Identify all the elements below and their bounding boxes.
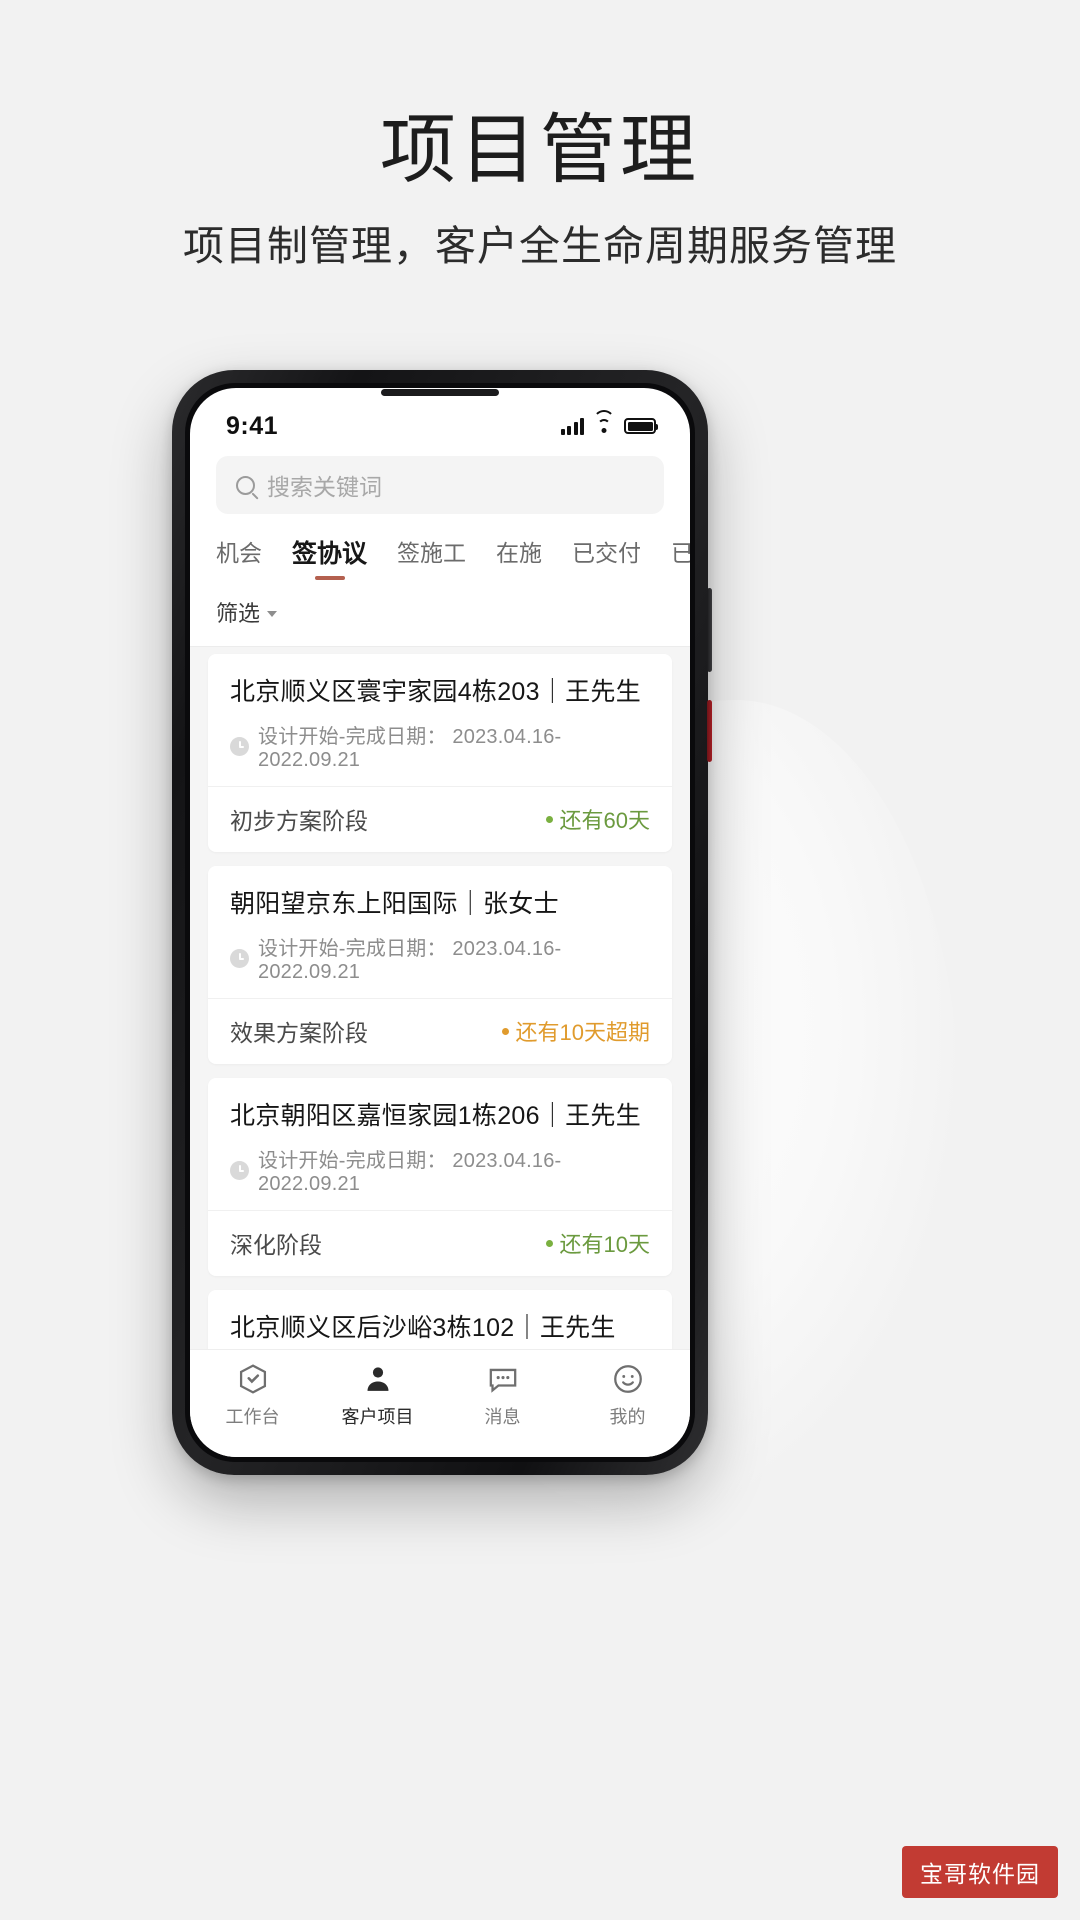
card-header: 朝阳望京东上阳国际｜张女士 设计开始-完成日期： 2023.04.16-2022… xyxy=(208,866,672,999)
search-icon xyxy=(236,475,255,495)
status-bar-icons xyxy=(560,410,658,435)
clock-icon xyxy=(230,1160,249,1180)
status-tabs[interactable]: 机会 签协议 签施工 在施 已交付 已结算 xyxy=(190,528,690,582)
page-subtitle: 项目制管理，客户全生命周期服务管理 xyxy=(183,223,897,269)
project-date-row: 设计开始-完成日期： 2023.04.16-2022.09.21 xyxy=(230,932,650,984)
tab-opportunity[interactable]: 机会 xyxy=(216,528,262,580)
status-badge: 还有10天超期 xyxy=(501,1015,650,1047)
tab-sign-construction[interactable]: 签施工 xyxy=(397,528,466,580)
clock-icon xyxy=(230,948,249,968)
search-input[interactable]: 搜索关键词 xyxy=(216,456,664,514)
list-item[interactable]: 北京顺义区寰宇家园4栋203｜王先生 设计开始-完成日期： 2023.04.16… xyxy=(208,654,672,852)
project-list[interactable]: 北京顺义区寰宇家园4栋203｜王先生 设计开始-完成日期： 2023.04.16… xyxy=(190,647,690,1349)
search-placeholder: 搜索关键词 xyxy=(267,474,382,500)
project-title: 北京朝阳区嘉恒家园1栋206｜王先生 xyxy=(230,1102,642,1130)
nav-item-message[interactable]: 消息 xyxy=(440,1362,565,1429)
battery-icon xyxy=(624,418,658,434)
phone-volume-button xyxy=(707,588,712,672)
phone-mockup: 9:41 搜索关键词 机会 签协议 签施工 在施 已交付 已 筛选 北京顺义区寰… xyxy=(172,370,712,1475)
phone-screen: 9:41 搜索关键词 机会 签协议 签施工 在施 已交付 已 筛选 北京顺义区寰… xyxy=(190,388,690,1457)
list-item[interactable]: 朝阳望京东上阳国际｜张女士 设计开始-完成日期： 2023.04.16-2022… xyxy=(208,866,672,1064)
list-item[interactable]: 北京朝阳区嘉恒家园1栋206｜王先生 设计开始-完成日期： 2023.04.16… xyxy=(208,1078,672,1276)
nav-label-workbench: 工作台 xyxy=(225,1407,280,1427)
phone-power-button xyxy=(707,700,712,762)
project-date: 设计开始-完成日期： 2023.04.16-2022.09.21 xyxy=(258,1150,562,1195)
project-date: 设计开始-完成日期： 2023.04.16-2022.09.21 xyxy=(258,938,562,983)
status-dot xyxy=(501,1027,509,1035)
project-date-row: 设计开始-完成日期： 2023.04.16-2022.09.21 xyxy=(230,1144,650,1196)
status-text: 还有10天超期 xyxy=(515,1020,650,1045)
project-stage: 初步方案阶段 xyxy=(230,808,368,834)
status-badge: 还有60天 xyxy=(545,803,650,835)
nav-label-message: 消息 xyxy=(484,1407,521,1427)
filter-bar[interactable]: 筛选 xyxy=(190,582,690,647)
cellular-signal-icon xyxy=(560,417,584,435)
tab-settled[interactable]: 已结算 xyxy=(671,528,690,580)
status-badge: 还有10天 xyxy=(545,1227,650,1259)
project-date-row: 设计开始-完成日期： 2023.04.16-2022.09.21 xyxy=(230,720,650,772)
message-icon xyxy=(486,1362,520,1396)
status-dot xyxy=(545,815,553,823)
nav-item-customer-project[interactable]: 客户项目 xyxy=(315,1362,440,1429)
chevron-down-icon xyxy=(267,610,278,617)
wifi-icon xyxy=(593,410,615,434)
customer-project-icon xyxy=(361,1362,395,1396)
tab-in-construction[interactable]: 在施 xyxy=(496,528,542,580)
tab-delivered[interactable]: 已交付 xyxy=(572,528,641,580)
card-footer: 效果方案阶段 还有10天超期 xyxy=(208,999,672,1064)
nav-label-profile: 我的 xyxy=(609,1407,646,1427)
profile-icon xyxy=(611,1362,645,1396)
nav-item-profile[interactable]: 我的 xyxy=(565,1362,690,1429)
project-date: 设计开始-完成日期： 2023.04.16-2022.09.21 xyxy=(258,726,562,771)
bottom-navigation[interactable]: 工作台 客户项目 消息 我的 xyxy=(190,1349,690,1457)
card-header: 北京顺义区寰宇家园4栋203｜王先生 设计开始-完成日期： 2023.04.16… xyxy=(208,654,672,787)
project-title: 北京顺义区寰宇家园4栋203｜王先生 xyxy=(230,678,642,706)
phone-bezel: 9:41 搜索关键词 机会 签协议 签施工 在施 已交付 已 筛选 北京顺义区寰… xyxy=(185,383,695,1462)
project-stage: 效果方案阶段 xyxy=(230,1020,368,1046)
workbench-icon xyxy=(236,1362,270,1396)
project-title: 北京顺义区后沙峪3栋102｜王先生 xyxy=(230,1314,616,1342)
status-dot xyxy=(545,1239,553,1247)
search-bar-container: 搜索关键词 xyxy=(190,450,690,528)
nav-item-workbench[interactable]: 工作台 xyxy=(190,1362,315,1429)
clock-icon xyxy=(230,736,249,756)
project-stage: 深化阶段 xyxy=(230,1232,322,1258)
filter-label: 筛选 xyxy=(216,601,261,626)
status-bar: 9:41 xyxy=(190,388,690,450)
phone-earpiece xyxy=(381,389,499,396)
tab-sign-agreement[interactable]: 签协议 xyxy=(292,528,367,582)
status-text: 还有10天 xyxy=(559,1232,650,1257)
list-item[interactable]: 北京顺义区后沙峪3栋102｜王先生 设计开始-完成日期： 2023.04.16-… xyxy=(208,1290,672,1349)
card-footer: 深化阶段 还有10天 xyxy=(208,1211,672,1276)
card-footer: 初步方案阶段 还有60天 xyxy=(208,787,672,852)
page-title: 项目管理 xyxy=(380,109,700,193)
card-header: 北京朝阳区嘉恒家园1栋206｜王先生 设计开始-完成日期： 2023.04.16… xyxy=(208,1078,672,1211)
watermark: 宝哥软件园 xyxy=(902,1846,1058,1898)
status-text: 还有60天 xyxy=(559,808,650,833)
card-header: 北京顺义区后沙峪3栋102｜王先生 设计开始-完成日期： 2023.04.16-… xyxy=(208,1290,672,1349)
project-title: 朝阳望京东上阳国际｜张女士 xyxy=(230,890,559,918)
status-bar-time: 9:41 xyxy=(226,411,279,440)
nav-label-customer-project: 客户项目 xyxy=(341,1407,414,1427)
